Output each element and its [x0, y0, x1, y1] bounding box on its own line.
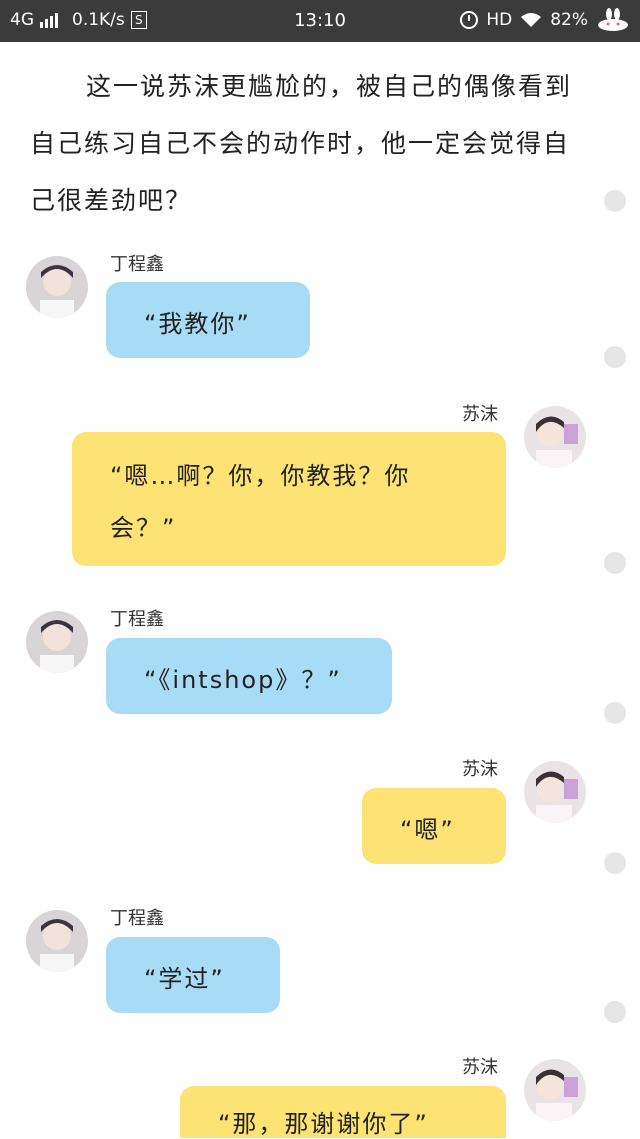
avatar[interactable]: [26, 910, 88, 972]
message-bubble[interactable]: “嗯”: [362, 788, 506, 864]
speaker-name: 苏沫: [462, 1057, 498, 1078]
avatar[interactable]: [524, 761, 586, 823]
avatar[interactable]: [524, 406, 586, 468]
avatar[interactable]: [524, 1059, 586, 1121]
alarm-icon: [460, 11, 479, 29]
scroll-dot[interactable]: [604, 346, 626, 368]
scroll-dot[interactable]: [604, 702, 626, 724]
avatar[interactable]: [26, 256, 88, 318]
speaker-name: 苏沫: [462, 404, 498, 425]
avatar[interactable]: [26, 611, 88, 673]
scroll-dot[interactable]: [604, 190, 626, 212]
status-bar: 4G 0.1K/s S 13:10 HD 82%: [0, 0, 640, 42]
scroll-dot[interactable]: [604, 552, 626, 574]
wifi-icon: [521, 13, 542, 27]
message-bubble[interactable]: “那，那谢谢你了”: [180, 1086, 506, 1138]
status-right: HD 82%: [460, 8, 630, 32]
bunny-icon: [598, 8, 628, 31]
hd-label: HD: [486, 10, 513, 30]
scroll-dot[interactable]: [604, 1001, 626, 1023]
speaker-name: 丁程鑫: [110, 609, 164, 630]
battery-percent: 82%: [550, 10, 588, 30]
speaker-name: 苏沫: [462, 759, 498, 780]
message-bubble[interactable]: “嗯…啊？你，你教我？你会？”: [72, 432, 506, 566]
message-bubble[interactable]: “学过”: [106, 937, 280, 1013]
scroll-dot[interactable]: [604, 852, 626, 874]
speaker-name: 丁程鑫: [110, 908, 164, 929]
message-bubble[interactable]: “《intshop》？”: [106, 638, 392, 714]
story-paragraph: 这一说苏沫更尴尬的，被自己的偶像看到自己练习自己不会的动作时，他一定会觉得自己很…: [30, 72, 573, 215]
speaker-name: 丁程鑫: [110, 254, 164, 275]
message-bubble[interactable]: “我教你”: [106, 282, 310, 358]
